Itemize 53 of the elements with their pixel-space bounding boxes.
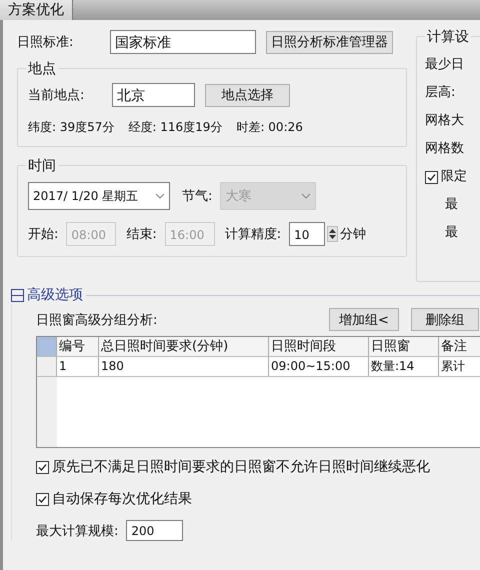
label: 分钟	[340, 226, 366, 243]
checkbox-label: 限定	[441, 168, 467, 186]
label: 最	[445, 225, 458, 240]
label: 最少日	[425, 57, 464, 72]
section-title[interactable]: 高级选项	[27, 286, 83, 304]
group-title: 计算设	[425, 28, 471, 46]
column-header: 日照时间段	[269, 337, 369, 356]
standard-manager-button[interactable]: 日照分析标准管理器	[266, 30, 393, 54]
checkbox-label: 自动保存每次优化结果	[52, 490, 192, 508]
table-cell: 数量:14	[369, 357, 439, 376]
checkbox[interactable]	[425, 170, 438, 184]
table-cell: 180	[99, 357, 269, 376]
table-cell: 09:00~15:00	[269, 357, 369, 376]
label: 计算精度:	[224, 226, 282, 243]
location-field[interactable]: 北京	[112, 83, 195, 107]
label: 网格大	[425, 113, 464, 128]
table-cell: 1	[57, 357, 99, 376]
label: 开始:	[28, 226, 58, 243]
label: 日照标准:	[17, 34, 74, 51]
row-header	[37, 337, 57, 356]
column-header: 日照窗	[369, 337, 439, 356]
label: 层高:	[425, 85, 456, 100]
tab[interactable]: 方案优化	[0, 0, 73, 20]
precision-field[interactable]: 10	[289, 222, 326, 246]
info-text: 时差: 00:26	[236, 119, 303, 136]
label: 最	[445, 197, 458, 212]
checkbox[interactable]	[36, 460, 49, 474]
group-title: 时间	[26, 157, 58, 175]
label: 节气:	[182, 188, 212, 205]
info-text: 纬度: 39度57分	[28, 119, 114, 136]
column-header: 总日照时间要求(分钟)	[99, 337, 269, 356]
label: 日照窗高级分组分析:	[36, 312, 158, 328]
standard-field[interactable]: 国家标准	[110, 30, 256, 54]
label: 当前地点:	[28, 87, 86, 104]
label: 最大计算规模:	[36, 522, 118, 540]
max-scale-field[interactable]: 200	[126, 520, 184, 541]
caret-icon	[301, 193, 312, 199]
spinner-icon[interactable]	[327, 226, 338, 242]
table-action-button[interactable]: 增加组<	[329, 308, 399, 331]
table-cell: 累计	[439, 357, 480, 376]
label: 结束:	[126, 226, 157, 243]
table-action-button[interactable]: 删除组	[411, 308, 479, 331]
collapse-toggle-icon[interactable]	[11, 288, 24, 302]
label: 网格数	[425, 141, 464, 156]
date-picker[interactable]: 2017/ 1/20 星期五	[28, 182, 170, 210]
checkbox-label: 原先已不满足日照时间要求的日照窗不允许日照时间继续恶化	[52, 458, 430, 476]
caret-icon	[155, 193, 165, 199]
group-title: 地点	[26, 60, 58, 78]
checkbox[interactable]	[36, 492, 49, 506]
column-header: 备注	[439, 337, 480, 356]
info-text: 经度: 116度19分	[128, 119, 222, 136]
column-header: 编号	[57, 337, 99, 356]
location-select-button[interactable]: 地点选择	[205, 84, 290, 106]
